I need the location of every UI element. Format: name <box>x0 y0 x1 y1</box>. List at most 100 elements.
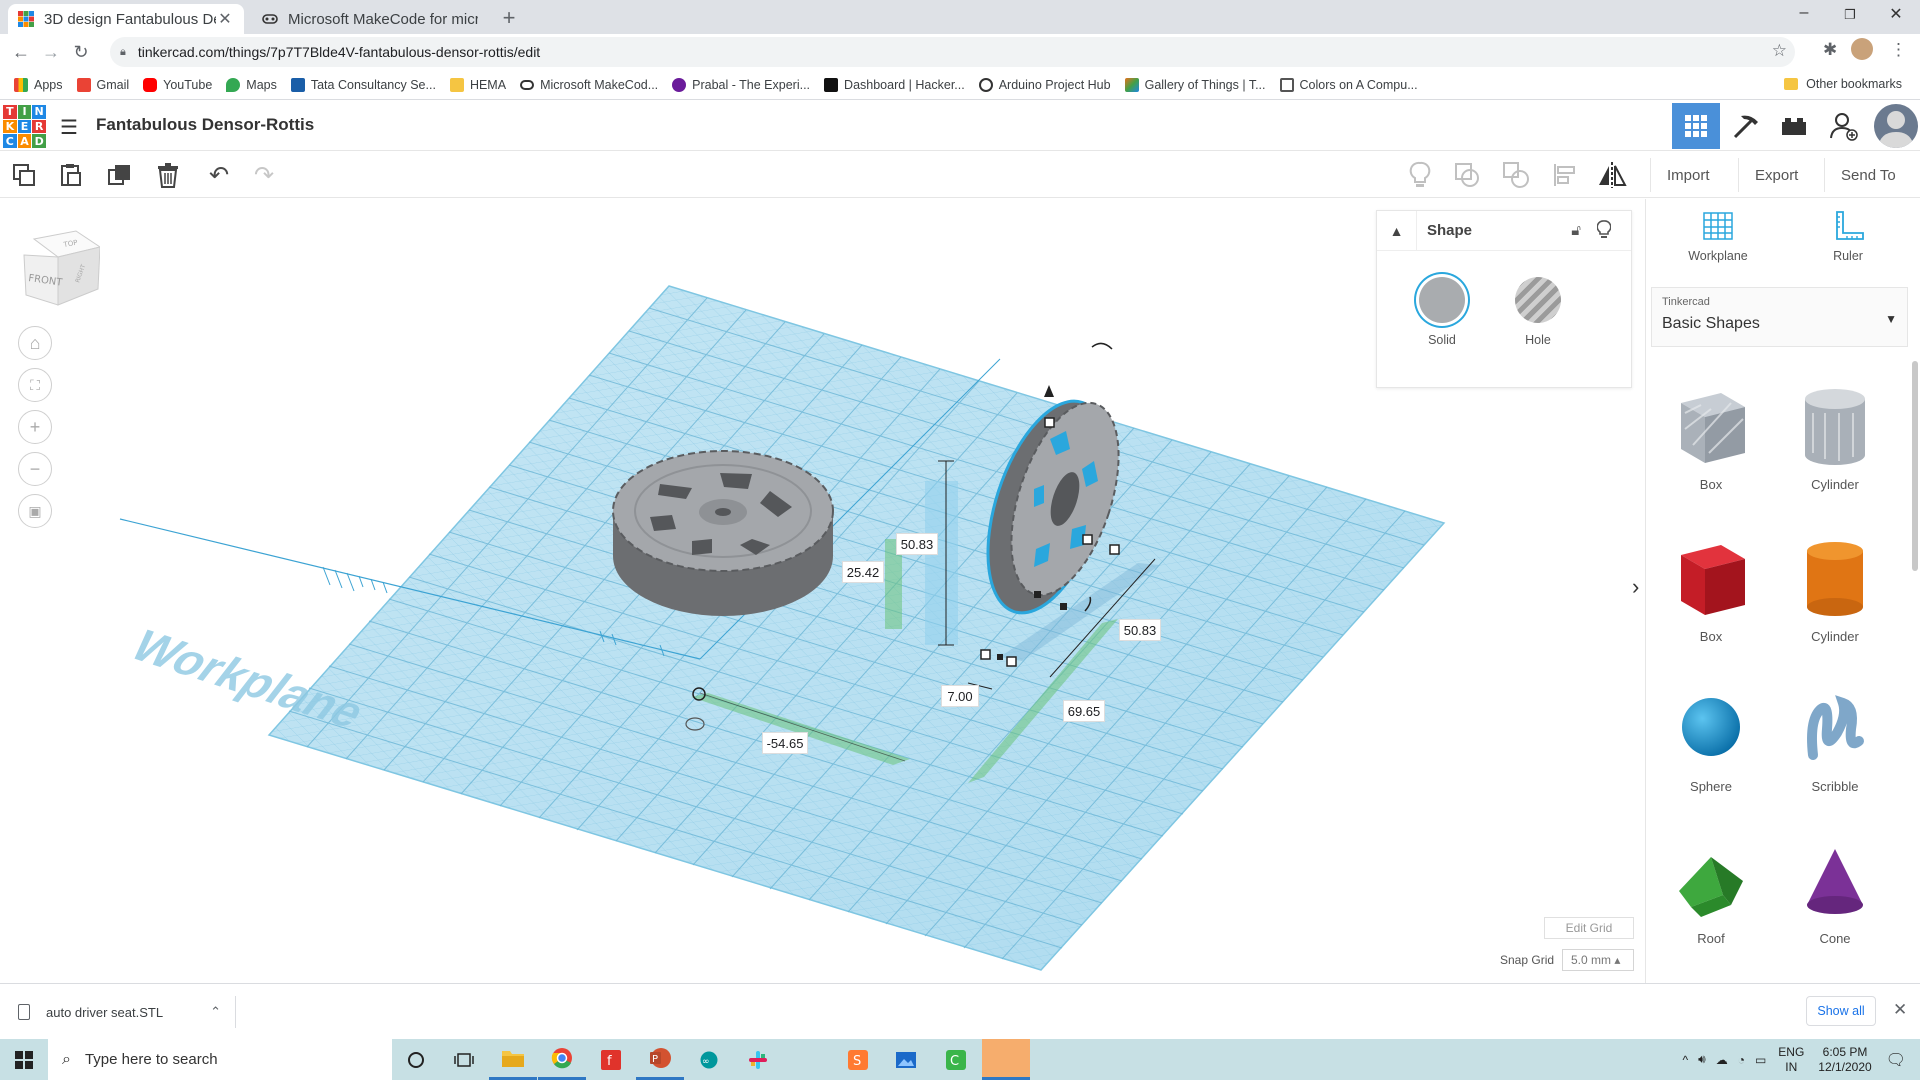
solid-swatch[interactable] <box>1419 277 1465 323</box>
task-view-icon[interactable] <box>440 1039 488 1080</box>
delete-icon[interactable] <box>153 160 183 190</box>
redo-icon[interactable]: ↷ <box>249 160 279 190</box>
elevation-dimension-label[interactable]: 25.42 <box>842 561 884 583</box>
bookmark-tcs[interactable]: Tata Consultancy Se... <box>290 77 436 92</box>
x-position-label[interactable]: -54.65 <box>762 732 808 754</box>
notifications-icon[interactable]: 🗨︎ <box>1886 1050 1906 1070</box>
lightbulb-icon[interactable] <box>1405 160 1435 190</box>
shape-box-gray[interactable]: Box <box>1656 383 1766 492</box>
back-icon[interactable]: ← <box>6 42 36 63</box>
bookmark-hackerrank[interactable]: Dashboard | Hacker... <box>824 77 965 92</box>
bookmark-star-icon[interactable]: ☆ <box>1772 41 1787 61</box>
close-tab-icon[interactable]: ✕ <box>216 9 234 29</box>
panel-scrollbar[interactable] <box>1912 361 1918 571</box>
minimize-button[interactable]: – <box>1784 4 1824 22</box>
powerpoint-icon[interactable]: P <box>636 1039 684 1080</box>
workplane-tool[interactable]: Workplane <box>1673 209 1763 263</box>
align-icon[interactable] <box>1550 160 1580 190</box>
bookmark-prabal[interactable]: Prabal - The Experi... <box>672 77 810 92</box>
close-window-button[interactable]: ✕ <box>1876 4 1916 24</box>
bookmark-gallery[interactable]: Gallery of Things | T... <box>1124 77 1266 92</box>
lightbulb-icon[interactable] <box>1596 220 1612 245</box>
collapse-panel-chevron-icon[interactable]: › <box>1632 574 1644 608</box>
close-download-bar-icon[interactable]: ✕ <box>1893 1000 1907 1020</box>
reload-icon[interactable]: ↻ <box>66 42 96 63</box>
extensions-icon[interactable]: ✱ <box>1823 40 1837 60</box>
copy-icon[interactable] <box>9 160 39 190</box>
blocks-view-button[interactable] <box>1722 103 1770 149</box>
lock-icon[interactable]: 🔓︎ <box>1571 222 1581 239</box>
input-language[interactable]: ENG IN <box>1778 1045 1804 1075</box>
hole-swatch[interactable] <box>1515 277 1561 323</box>
perspective-icon[interactable]: ▣ <box>18 494 52 528</box>
hole-option[interactable]: Hole <box>1503 277 1573 347</box>
duplicate-icon[interactable] <box>105 160 135 190</box>
foxit-icon[interactable]: f <box>587 1039 635 1080</box>
clock[interactable]: 6:05 PM 12/1/2020 <box>1818 1045 1871 1075</box>
arduino-icon[interactable]: ∞ <box>685 1039 733 1080</box>
network-icon[interactable]: ◔ <box>1738 1053 1745 1067</box>
zoom-out-icon[interactable]: − <box>18 452 52 486</box>
collapse-chevron-up-icon[interactable]: ▲ <box>1377 210 1417 251</box>
chrome-menu-icon[interactable]: ⋮ <box>1890 40 1907 60</box>
snap-grid-select[interactable]: 5.0 mm ▴ <box>1562 949 1634 971</box>
slack-icon[interactable] <box>734 1039 782 1080</box>
ruler-tool[interactable]: Ruler <box>1803 209 1893 263</box>
address-bar[interactable]: 🔒︎ tinkercad.com/things/7p7T7Blde4V-fant… <box>110 37 1795 67</box>
3d-design-view-button[interactable] <box>1672 103 1720 149</box>
bookmark-makecode[interactable]: Microsoft MakeCod... <box>520 78 658 92</box>
ungroup-icon[interactable] <box>1501 160 1531 190</box>
new-tab-button[interactable]: + <box>496 5 522 31</box>
shape-roof-green[interactable]: Roof <box>1656 841 1766 946</box>
bookmark-maps[interactable]: Maps <box>226 77 277 92</box>
shape-box-red[interactable]: Box <box>1656 535 1766 644</box>
paste-icon[interactable] <box>56 160 86 190</box>
onedrive-icon[interactable]: ☁ <box>1716 1053 1728 1067</box>
shape-scribble[interactable]: Scribble <box>1780 689 1890 794</box>
undo-icon[interactable]: ↶ <box>204 160 234 190</box>
add-collaborator-button[interactable] <box>1820 103 1868 149</box>
shape-library-select[interactable]: Tinkercad Basic Shapes ▼ <box>1651 287 1908 347</box>
shape-cylinder-orange[interactable]: Cylinder <box>1780 535 1890 644</box>
edit-grid-button[interactable]: Edit Grid <box>1544 917 1634 939</box>
speaker-icon[interactable]: 🔊︎ <box>1698 1052 1706 1067</box>
camtasia-icon[interactable]: C <box>932 1039 980 1080</box>
show-hidden-icons-chevron-icon[interactable]: ^ <box>1682 1053 1688 1067</box>
shape-sphere-blue[interactable]: Sphere <box>1656 689 1766 794</box>
bookmark-arduino[interactable]: Arduino Project Hub <box>978 77 1111 92</box>
tab-makecode[interactable]: Microsoft MakeCode for micro:bi <box>252 4 488 34</box>
zoom-in-icon[interactable]: + <box>18 410 52 444</box>
shape-cone-purple[interactable]: Cone <box>1780 841 1890 946</box>
cortana-icon[interactable] <box>392 1039 440 1080</box>
solid-option[interactable]: Solid <box>1407 277 1477 347</box>
bookmark-apps[interactable]: Apps <box>14 77 63 92</box>
height-dimension-label[interactable]: 50.83 <box>896 533 938 555</box>
taskbar-app-indicator[interactable] <box>1034 1039 1074 1080</box>
mirror-icon[interactable] <box>1597 160 1627 190</box>
download-item[interactable]: auto driver seat.STL ⌃ <box>18 996 236 1028</box>
bricks-view-button[interactable] <box>1770 103 1818 149</box>
depth-dimension-label[interactable]: 7.00 <box>941 685 979 707</box>
chevron-up-icon[interactable]: ⌃ <box>210 1004 221 1020</box>
fit-view-icon[interactable]: ⛶ <box>18 368 52 402</box>
home-view-icon[interactable]: ⌂ <box>18 326 52 360</box>
import-button[interactable]: Import <box>1650 158 1726 192</box>
taskbar-search-box[interactable]: ⌕ Type here to search <box>48 1039 392 1080</box>
shape-cylinder-gray[interactable]: Cylinder <box>1780 383 1890 492</box>
forward-icon[interactable]: → <box>36 42 66 63</box>
show-all-button[interactable]: Show all <box>1806 996 1876 1026</box>
start-button[interactable] <box>0 1039 48 1080</box>
photos-icon[interactable] <box>882 1039 930 1080</box>
bookmark-gmail[interactable]: Gmail <box>76 77 129 92</box>
group-icon[interactable] <box>1452 160 1482 190</box>
view-cube[interactable]: TOP FRONT RIGHT <box>20 225 100 311</box>
chrome-icon[interactable] <box>538 1039 586 1080</box>
design-list-icon[interactable]: ☰ <box>60 115 78 140</box>
tinkercad-logo[interactable]: T I N K E R C A D <box>3 105 46 148</box>
other-bookmarks[interactable]: Other bookmarks <box>1784 77 1902 91</box>
bookmark-hema[interactable]: HEMA <box>449 77 506 92</box>
export-button[interactable]: Export <box>1738 158 1814 192</box>
tab-tinkercad[interactable]: 3D design Fantabulous Densor-R ✕ <box>8 4 244 34</box>
width-dimension-label[interactable]: 50.83 <box>1119 619 1161 641</box>
battery-icon[interactable]: ▭ <box>1755 1053 1766 1067</box>
